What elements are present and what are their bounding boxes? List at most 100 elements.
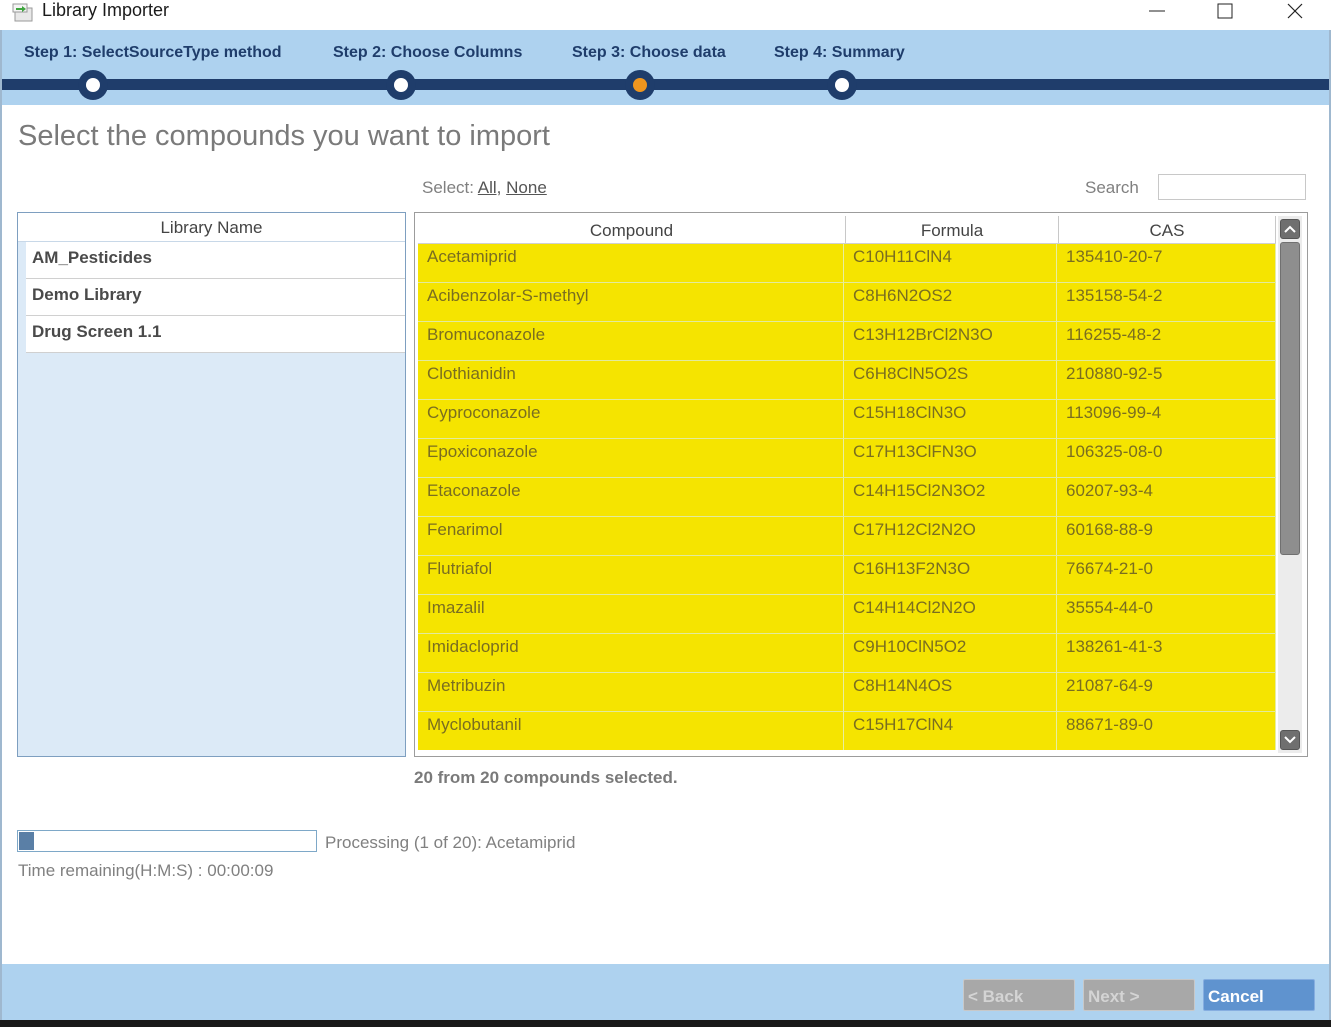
step-4-label: Step 4: Summary bbox=[774, 44, 905, 61]
compound-cell: Imidacloprid bbox=[418, 634, 844, 672]
table-row[interactable]: Imazalil C14H14Cl2N2O 35554-44-0 bbox=[418, 595, 1276, 634]
cas-cell: 35554-44-0 bbox=[1057, 595, 1276, 633]
table-row[interactable]: Etaconazole C14H15Cl2N3O2 60207-93-4 bbox=[418, 478, 1276, 517]
next-button[interactable]: Next > bbox=[1083, 979, 1195, 1011]
select-none-link[interactable]: None bbox=[506, 178, 547, 197]
formula-cell: C14H14Cl2N2O bbox=[844, 595, 1057, 633]
library-item-drug-screen[interactable]: Drug Screen 1.1 bbox=[26, 316, 405, 353]
cas-cell: 116255-48-2 bbox=[1057, 322, 1276, 360]
scroll-up-button[interactable] bbox=[1280, 219, 1300, 239]
library-item-demo-library[interactable]: Demo Library bbox=[26, 279, 405, 316]
select-all-link[interactable]: All, bbox=[478, 178, 502, 197]
compound-grid: Compound Formula CAS Acetamiprid C10H11Cl… bbox=[414, 212, 1308, 757]
compound-cell: Etaconazole bbox=[418, 478, 844, 516]
taskbar-strip bbox=[0, 1020, 1331, 1027]
table-row[interactable]: Epoxiconazole C17H13ClFN3O 106325-08-0 bbox=[418, 439, 1276, 478]
import-progress-bar bbox=[17, 830, 317, 852]
back-button[interactable]: < Back bbox=[963, 979, 1075, 1011]
close-button[interactable] bbox=[1272, 0, 1318, 22]
time-remaining-label: Time remaining(H:M:S) : 00:00:09 bbox=[18, 861, 274, 880]
formula-cell: C15H17ClN4 bbox=[844, 712, 1057, 750]
scroll-down-button[interactable] bbox=[1280, 730, 1300, 750]
formula-cell: C8H6N2OS2 bbox=[844, 283, 1057, 321]
cancel-button[interactable]: Cancel bbox=[1203, 979, 1315, 1011]
table-row[interactable]: Acibenzolar-S-methyl C8H6N2OS2 135158-54-2 bbox=[418, 283, 1276, 322]
processing-status: Processing (1 of 20): Acetamiprid bbox=[325, 833, 576, 852]
table-row[interactable]: Myclobutanil C15H17ClN4 88671-89-0 bbox=[418, 712, 1276, 750]
table-row[interactable]: Clothianidin C6H8ClN5O2S 210880-92-5 bbox=[418, 361, 1276, 400]
column-header-formula[interactable]: Formula bbox=[846, 216, 1059, 243]
compound-cell: Metribuzin bbox=[418, 673, 844, 711]
cas-cell: 106325-08-0 bbox=[1057, 439, 1276, 477]
chevron-down-icon bbox=[1284, 736, 1296, 744]
chevron-up-icon bbox=[1284, 225, 1296, 233]
compound-cell: Acibenzolar-S-methyl bbox=[418, 283, 844, 321]
search-label: Search bbox=[1085, 178, 1139, 197]
compound-cell: Bromuconazole bbox=[418, 322, 844, 360]
grid-header: Compound Formula CAS bbox=[418, 216, 1276, 244]
minimize-icon bbox=[1149, 10, 1165, 12]
formula-cell: C15H18ClN3O bbox=[844, 400, 1057, 438]
formula-cell: C10H11ClN4 bbox=[844, 244, 1057, 282]
minimize-button[interactable] bbox=[1134, 0, 1180, 22]
compound-cell: Myclobutanil bbox=[418, 712, 844, 750]
step-4-marker bbox=[827, 70, 857, 100]
selected-count-label: 20 from 20 compounds selected. bbox=[414, 768, 678, 787]
window-title: Library Importer bbox=[42, 0, 170, 20]
formula-cell: C13H12BrCl2N3O bbox=[844, 322, 1057, 360]
cas-cell: 60168-88-9 bbox=[1057, 517, 1276, 555]
cas-cell: 210880-92-5 bbox=[1057, 361, 1276, 399]
table-row[interactable]: Metribuzin C8H14N4OS 21087-64-9 bbox=[418, 673, 1276, 712]
page-title: Select the compounds you want to import bbox=[18, 120, 550, 152]
cas-cell: 88671-89-0 bbox=[1057, 712, 1276, 750]
compound-cell: Clothianidin bbox=[418, 361, 844, 399]
cas-cell: 21087-64-9 bbox=[1057, 673, 1276, 711]
select-links: Select: All, None bbox=[422, 178, 547, 198]
library-importer-app-icon bbox=[12, 3, 33, 22]
table-row[interactable]: Imidacloprid C9H10ClN5O2 138261-41-3 bbox=[418, 634, 1276, 673]
compound-cell: Cyproconazole bbox=[418, 400, 844, 438]
column-header-compound[interactable]: Compound bbox=[418, 216, 846, 243]
close-icon bbox=[1287, 3, 1303, 19]
cas-cell: 76674-21-0 bbox=[1057, 556, 1276, 594]
step-1-label: Step 1: SelectSourceType method bbox=[24, 44, 282, 61]
scroll-thumb[interactable] bbox=[1280, 242, 1300, 555]
step-2-label: Step 2: Choose Columns bbox=[333, 44, 523, 61]
progress-fill bbox=[19, 832, 34, 850]
cas-cell: 135158-54-2 bbox=[1057, 283, 1276, 321]
table-row[interactable]: Flutriafol C16H13F2N3O 76674-21-0 bbox=[418, 556, 1276, 595]
compound-cell: Epoxiconazole bbox=[418, 439, 844, 477]
formula-cell: C6H8ClN5O2S bbox=[844, 361, 1057, 399]
formula-cell: C16H13F2N3O bbox=[844, 556, 1057, 594]
library-name-header: Library Name bbox=[18, 213, 405, 242]
select-prefix: Select: bbox=[422, 178, 474, 197]
step-1-marker bbox=[78, 70, 108, 100]
library-item-am-pesticides[interactable]: AM_Pesticides bbox=[26, 242, 405, 279]
cas-cell: 60207-93-4 bbox=[1057, 478, 1276, 516]
grid-vertical-scrollbar[interactable] bbox=[1278, 216, 1302, 753]
title-bar: Library Importer bbox=[0, 0, 1331, 30]
step-2-marker bbox=[386, 70, 416, 100]
column-header-cas[interactable]: CAS bbox=[1059, 216, 1276, 243]
step-progress-track bbox=[2, 79, 1329, 90]
maximize-button[interactable] bbox=[1202, 0, 1248, 22]
compound-cell: Flutriafol bbox=[418, 556, 844, 594]
table-row[interactable]: Cyproconazole C15H18ClN3O 113096-99-4 bbox=[418, 400, 1276, 439]
wizard-step-bar: Step 1: SelectSourceType method Step 2: … bbox=[2, 30, 1329, 105]
table-row[interactable]: Bromuconazole C13H12BrCl2N3O 116255-48-2 bbox=[418, 322, 1276, 361]
compound-cell: Imazalil bbox=[418, 595, 844, 633]
compound-cell: Fenarimol bbox=[418, 517, 844, 555]
grid-body: Acetamiprid C10H11ClN4 135410-20-7 Acibenz… bbox=[418, 244, 1276, 750]
compound-cell: Acetamiprid bbox=[418, 244, 844, 282]
cas-cell: 113096-99-4 bbox=[1057, 400, 1276, 438]
formula-cell: C17H13ClFN3O bbox=[844, 439, 1057, 477]
search-input[interactable] bbox=[1158, 174, 1306, 200]
formula-cell: C14H15Cl2N3O2 bbox=[844, 478, 1057, 516]
step-3-label: Step 3: Choose data bbox=[572, 44, 726, 61]
table-row[interactable]: Acetamiprid C10H11ClN4 135410-20-7 bbox=[418, 244, 1276, 283]
cas-cell: 135410-20-7 bbox=[1057, 244, 1276, 282]
table-row[interactable]: Fenarimol C17H12Cl2N2O 60168-88-9 bbox=[418, 517, 1276, 556]
cas-cell: 138261-41-3 bbox=[1057, 634, 1276, 672]
formula-cell: C17H12Cl2N2O bbox=[844, 517, 1057, 555]
library-list: Library Name AM_Pesticides Demo Library … bbox=[17, 212, 406, 757]
